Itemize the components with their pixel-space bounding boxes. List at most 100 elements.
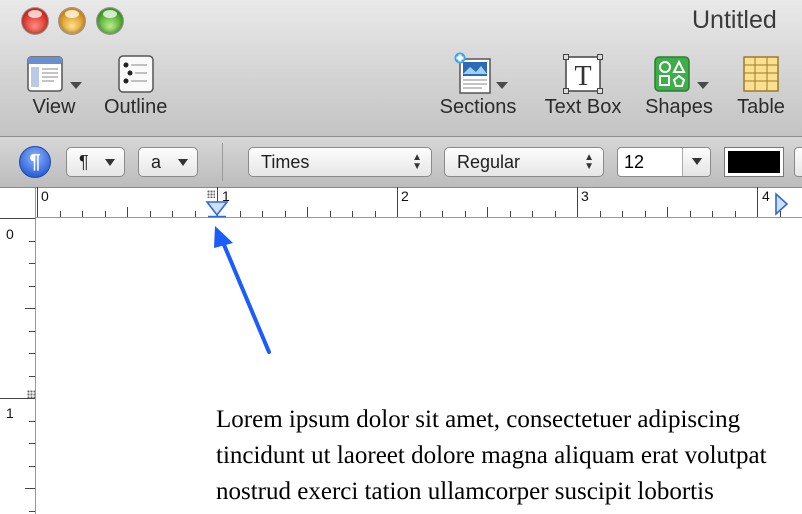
horizontal-ruler[interactable]: 0 1 2 3 4: [0, 187, 802, 218]
first-line-indent-marker[interactable]: [205, 200, 229, 218]
ruler-tick: [29, 510, 35, 512]
textbox-label: Text Box: [544, 96, 622, 118]
ruler-tick: [29, 375, 35, 377]
table-icon: [734, 52, 788, 94]
indent-grip-icon: [207, 190, 215, 198]
ruler-number: 2: [401, 188, 409, 204]
outline-button[interactable]: Outline: [104, 52, 167, 119]
ruler-tick: [419, 211, 421, 217]
font-size-combo[interactable]: 12: [617, 147, 711, 177]
right-margin-marker[interactable]: [773, 192, 789, 216]
view-button[interactable]: View: [26, 52, 82, 119]
zoom-window-button[interactable]: [97, 8, 123, 34]
ruler-tick: [172, 211, 173, 217]
ruler-tick: [104, 211, 106, 217]
ruler-tick: [757, 187, 758, 217]
table-button[interactable]: Table: [734, 52, 788, 119]
ruler-tick: [25, 308, 35, 309]
ruler-tick: [554, 211, 556, 217]
ruler-tick: [29, 330, 35, 332]
ruler-number: 3: [581, 188, 589, 204]
text-color-well[interactable]: [724, 147, 784, 177]
annotation-arrow-icon: [214, 226, 271, 354]
ruler-number: 0: [6, 226, 14, 242]
ruler-tick: [29, 240, 35, 242]
table-label: Table: [737, 96, 785, 118]
ruler-number: 0: [41, 188, 49, 204]
ruler-tick: [689, 211, 691, 217]
ruler-tick: [25, 488, 35, 489]
vertical-grip-icon: [27, 390, 35, 398]
paragraph-style-value: ¶: [79, 151, 89, 172]
ruler-tick: [599, 211, 601, 217]
ruler-number: 4: [762, 188, 770, 204]
minimize-window-button[interactable]: [59, 8, 85, 34]
close-window-button[interactable]: [22, 8, 48, 34]
svg-text:T: T: [574, 61, 591, 92]
ruler-tick: [29, 285, 35, 287]
ruler-tick: [442, 211, 443, 217]
sections-button[interactable]: Sections: [438, 52, 518, 119]
shapes-button[interactable]: Shapes: [645, 52, 713, 119]
ruler-tick: [667, 207, 668, 217]
ruler-tick: [397, 187, 398, 217]
vertical-ruler[interactable]: 0 1: [0, 218, 36, 514]
ruler-tick: [262, 211, 263, 217]
ruler-tick: [127, 207, 128, 217]
ruler-tick: [29, 353, 35, 354]
font-typeface-popup[interactable]: Regular ▲ ▼: [444, 147, 604, 177]
ruler-tick: [352, 211, 353, 217]
ruler-tick: [532, 211, 533, 217]
outline-icon: [104, 52, 167, 94]
paragraph-style-popup[interactable]: ¶: [66, 147, 125, 177]
chevron-down-icon: [105, 159, 115, 166]
font-size-dropdown-button[interactable]: [682, 148, 710, 176]
ruler-tick: [307, 207, 308, 217]
ruler-tick: [29, 263, 35, 264]
ruler-tick: [644, 211, 646, 217]
character-style-popup[interactable]: a: [138, 147, 198, 177]
ruler-tick: [239, 211, 241, 217]
ruler-tick: [29, 443, 35, 444]
window-title: Untitled: [692, 6, 777, 34]
ruler-corner: [0, 188, 36, 218]
ruler-tick: [284, 211, 286, 217]
shapes-label: Shapes: [645, 96, 713, 118]
format-bar: ¶ ¶ a Times ▲ ▼ Regular ▲ ▼ 12: [0, 137, 802, 188]
ruler-tick: [509, 211, 511, 217]
shapes-icon: [645, 52, 713, 94]
ruler-tick: [487, 207, 488, 217]
ruler-tick: [622, 211, 623, 217]
ruler-tick: [734, 211, 736, 217]
ruler-tick: [29, 465, 35, 467]
ruler-tick: [712, 211, 713, 217]
document-line: nostrud exerci tation ullamcorper suscip…: [216, 478, 714, 505]
ruler-tick: [82, 211, 83, 217]
ruler-tick: [0, 398, 35, 399]
view-label: View: [32, 96, 76, 118]
font-typeface-value: Regular: [457, 151, 521, 172]
ruler-tick: [577, 187, 578, 217]
ruler-number: 1: [6, 405, 14, 421]
ruler-tick: [149, 211, 151, 217]
font-family-popup[interactable]: Times ▲ ▼: [248, 147, 432, 177]
document-line: Lorem ipsum dolor sit amet, consectetuer…: [216, 406, 741, 433]
ruler-tick: [37, 187, 38, 217]
format-bar-overflow-button[interactable]: [794, 147, 802, 177]
format-bar-divider: [222, 143, 223, 181]
up-down-arrows-icon: ▲ ▼: [412, 152, 422, 172]
ruler-tick: [194, 211, 196, 217]
outline-label: Outline: [104, 96, 168, 118]
chevron-down-icon: [178, 159, 188, 166]
textbox-button[interactable]: T Text Box: [540, 52, 626, 119]
document-body[interactable]: Lorem ipsum dolor sit amet, consectetuer…: [216, 402, 802, 510]
styles-drawer-button[interactable]: ¶: [19, 146, 51, 178]
view-icon: [26, 52, 82, 94]
font-size-value[interactable]: 12: [624, 152, 644, 173]
character-style-value: a: [151, 151, 162, 172]
document-line: tincidunt ut laoreet dolore magna aliqua…: [216, 442, 767, 469]
textbox-icon: T: [540, 52, 626, 94]
sections-icon: [438, 52, 518, 94]
window-titlebar-toolbar: Untitled View Outline Sections T Text Bo…: [0, 0, 802, 137]
ruler-tick: [374, 211, 376, 217]
